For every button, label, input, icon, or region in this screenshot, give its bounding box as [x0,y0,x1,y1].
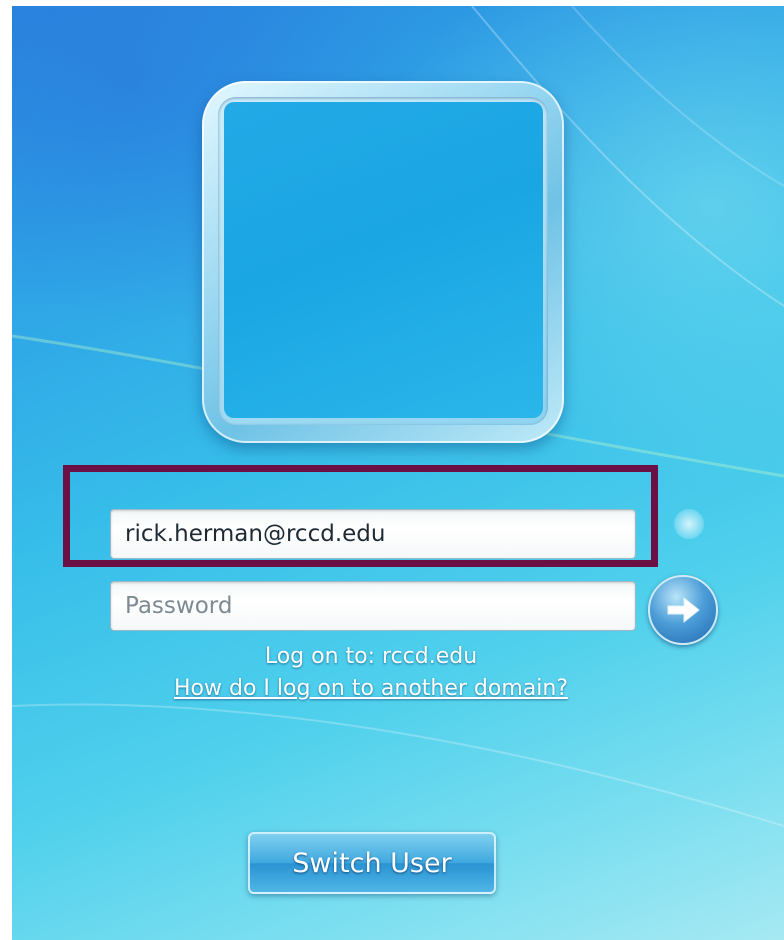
username-field[interactable] [110,509,636,559]
user-picture [224,102,543,418]
logon-screen: Log on to: rccd.edu How do I log on to a… [12,6,784,940]
logon-domain-text: Log on to: rccd.edu [264,644,478,669]
submit-button[interactable] [648,575,718,645]
user-picture-border [218,97,548,425]
user-picture-frame [202,81,564,443]
password-field[interactable] [110,581,636,631]
other-domain-link[interactable]: How do I log on to another domain? [12,676,730,701]
switch-user-button[interactable]: Switch User [248,832,496,894]
decorative-glow [674,509,704,539]
arrow-right-icon [667,596,700,624]
